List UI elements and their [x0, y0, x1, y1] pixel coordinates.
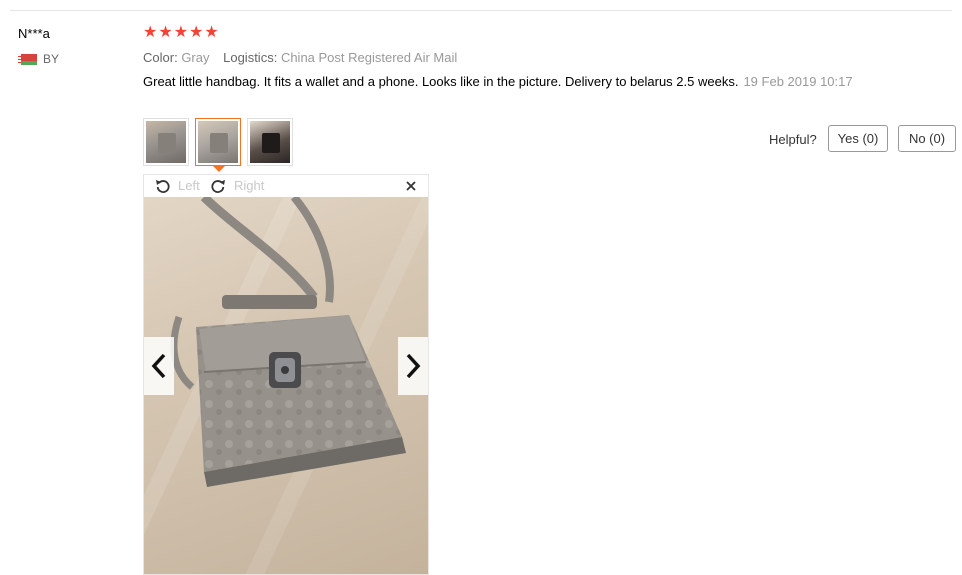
reviewer-country: BY: [43, 52, 60, 66]
chevron-left-icon: [151, 353, 166, 379]
belarus-flag-icon: [18, 54, 37, 65]
chevron-right-icon: [406, 353, 421, 379]
logistics-label: Logistics:: [223, 50, 278, 65]
rotate-left-button[interactable]: Left: [178, 178, 200, 193]
thumbnail-2[interactable]: [195, 118, 241, 172]
photo-viewer: Left Right: [143, 174, 429, 575]
rotate-right-button[interactable]: Right: [234, 178, 264, 193]
logistics-value: China Post Registered Air Mail: [280, 50, 458, 65]
rotate-right-icon[interactable]: [210, 178, 226, 194]
rotate-left-icon[interactable]: [155, 178, 171, 194]
top-divider: [10, 10, 952, 11]
color-label: Color:: [143, 50, 178, 65]
thumbnail-3[interactable]: [247, 118, 293, 166]
helpful-label: Helpful?: [769, 132, 817, 147]
star-rating-icons: ★★★★★: [143, 24, 220, 41]
next-photo-button[interactable]: [398, 337, 428, 395]
helpful-no-button[interactable]: No (0): [898, 125, 956, 152]
handbag-photo-illustration: [170, 197, 406, 487]
photo-thumbnails: [143, 118, 293, 172]
review-date: 19 Feb 2019 10:17: [743, 74, 853, 89]
color-value: Gray: [181, 50, 210, 65]
review-meta: Color: Gray Logistics: China Post Regist…: [143, 50, 467, 65]
thumbnail-1[interactable]: [143, 118, 189, 166]
review-text: Great little handbag. It fits a wallet a…: [143, 74, 739, 89]
review-body: Great little handbag. It fits a wallet a…: [143, 73, 863, 91]
rating-stars: ★★★★★: [143, 24, 220, 42]
close-icon[interactable]: [404, 179, 418, 193]
viewer-toolbar: Left Right: [144, 175, 428, 197]
review-photo: [144, 197, 428, 574]
previous-photo-button[interactable]: [144, 337, 174, 395]
reviewer-name: N***a: [18, 26, 50, 41]
helpful-yes-button[interactable]: Yes (0): [828, 125, 888, 152]
